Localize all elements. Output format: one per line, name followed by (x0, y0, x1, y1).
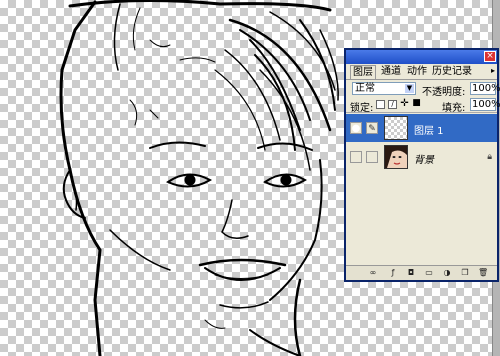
layer-mask-icon[interactable]: ◘ (406, 268, 416, 278)
layers-panel[interactable]: × 图层 通道 动作 历史记录 ▸ 正常 ▼ 不透明度: 100% 锁定: / … (344, 48, 500, 282)
visibility-toggle-icon[interactable] (350, 151, 362, 163)
opacity-label: 不透明度: (422, 87, 466, 98)
lock-icon: 🔒︎ (487, 152, 492, 162)
tab-history[interactable]: 历史记录 (430, 65, 474, 79)
fill-label: 填充: (442, 103, 466, 114)
link-slot-icon[interactable] (366, 151, 378, 163)
opacity-field[interactable]: 100% (470, 82, 500, 95)
delete-layer-icon[interactable]: 🗑︎ (478, 268, 488, 278)
blend-mode-value: 正常 (355, 83, 375, 94)
new-layer-icon[interactable]: ❐ (460, 268, 470, 278)
panel-footer: ∞ ƒ ◘ ▭ ◑ ❐ 🗑︎ (346, 265, 497, 280)
brush-icon[interactable]: ✎ (366, 122, 378, 134)
lock-position-icon[interactable]: ✛ (400, 99, 409, 109)
chevron-down-icon: ▼ (405, 84, 414, 93)
panel-menu-icon[interactable]: ▸ (491, 66, 495, 75)
layer-row[interactable]: 背景 🔒︎ (346, 143, 497, 171)
lock-all-icon[interactable]: ■ (412, 99, 421, 109)
layer-name[interactable]: 背景 (414, 151, 434, 166)
layer-name[interactable]: 图层 1 (414, 122, 444, 137)
layer-thumbnail (384, 116, 408, 140)
blend-mode-select[interactable]: 正常 ▼ (352, 82, 416, 95)
lock-label: 锁定: (350, 103, 374, 114)
close-icon[interactable]: × (484, 51, 496, 62)
new-group-icon[interactable]: ▭ (424, 268, 434, 278)
link-layers-icon[interactable]: ∞ (368, 268, 378, 278)
portrait-thumbnail (384, 145, 408, 169)
lock-image-icon[interactable]: / (388, 100, 397, 109)
layer-row-selected[interactable]: ● ✎ 图层 1 (346, 114, 497, 142)
panel-titlebar[interactable]: × (346, 50, 497, 64)
lock-transparency-icon[interactable] (376, 100, 385, 109)
panel-tabs: 图层 通道 动作 历史记录 (346, 65, 497, 80)
adjustment-layer-icon[interactable]: ◑ (442, 268, 452, 278)
layer-style-icon[interactable]: ƒ (388, 268, 398, 278)
tab-channels[interactable]: 通道 (379, 65, 403, 79)
lock-fill-row: 锁定: / ✛ ■ 填充: 100% (346, 98, 500, 114)
fill-field[interactable]: 100% (470, 98, 500, 111)
tab-actions[interactable]: 动作 (405, 65, 429, 79)
blend-opacity-row: 正常 ▼ 不透明度: 100% (346, 81, 500, 98)
eye-icon[interactable]: ● (350, 122, 362, 134)
tab-layers[interactable]: 图层 (350, 65, 376, 79)
